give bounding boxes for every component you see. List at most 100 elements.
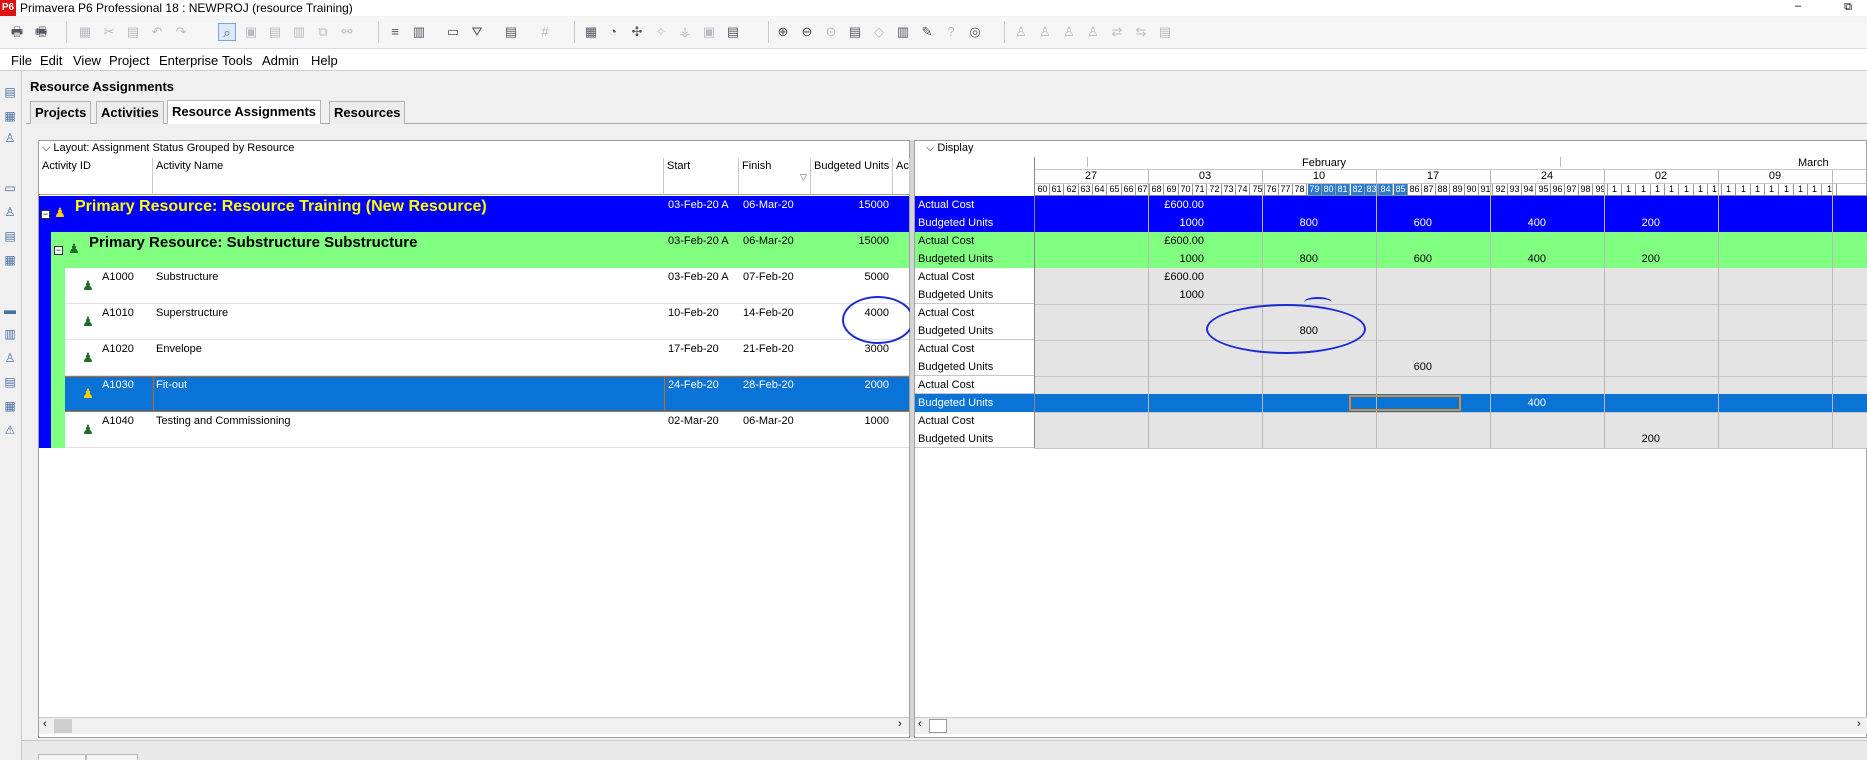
day-cell[interactable]: 81 [1336,184,1350,195]
resources-icon[interactable]: ♙ [2,130,18,146]
day-cell[interactable]: 1 [1794,184,1808,195]
group-icon[interactable]: ≡ [386,23,404,41]
link-icon[interactable]: ⚯ [338,23,356,41]
day-cell[interactable]: 73 [1222,184,1236,195]
scroll-left-icon[interactable]: ‹ [43,718,47,730]
day-cell[interactable]: 80 [1322,184,1336,195]
day-cell[interactable]: 1 [1608,184,1622,195]
day-cell[interactable]: 1 [1708,184,1722,195]
column-header-actual[interactable]: Ac [893,158,910,195]
zoom-fit-icon[interactable]: ⊙ [822,23,840,41]
day-cell[interactable]: 1 [1665,184,1679,195]
day-cell[interactable]: 65 [1108,184,1122,195]
menu-help[interactable]: Help [311,53,338,68]
day-cell[interactable]: 1 [1694,184,1708,195]
day-cell[interactable]: 78 [1293,184,1307,195]
filter-icon[interactable]: ⛛ [468,23,486,41]
menu-enterprise[interactable]: Enterprise [159,53,218,68]
scrollbar-thumb[interactable] [54,719,72,733]
level-icon[interactable]: ✣ [628,23,646,41]
menu-admin[interactable]: Admin [262,53,299,68]
users-icon[interactable]: ♙ [1036,23,1054,41]
day-cell[interactable]: 85 [1394,184,1408,195]
day-cell[interactable]: 79 [1308,184,1322,195]
info-icon[interactable]: ? [942,23,960,41]
tab-projects[interactable]: Projects [30,101,92,124]
menu-project[interactable]: Project [109,53,149,68]
day-cell[interactable]: 97 [1565,184,1579,195]
role-icon[interactable]: ♙ [1060,23,1078,41]
tab-resource-assignments[interactable]: Resource Assignments [167,100,322,124]
menu-view[interactable]: View [73,53,101,68]
folder-icon[interactable]: ▭ [2,180,18,196]
day-cell[interactable]: 76 [1265,184,1279,195]
milestone-icon[interactable]: ◇ [870,23,888,41]
collapse-icon[interactable]: − [54,246,63,255]
sort-icon[interactable]: ▤ [502,23,520,41]
store-icon[interactable]: ✧ [652,23,670,41]
day-cell[interactable]: 64 [1093,184,1107,195]
day-cell[interactable]: 70 [1179,184,1193,195]
split-view-icon[interactable]: ▤ [846,23,864,41]
horizontal-scrollbar[interactable] [39,717,909,734]
threshold-icon[interactable]: ▦ [2,398,18,414]
day-cell[interactable]: 82 [1351,184,1365,195]
menu-edit[interactable]: Edit [40,53,62,68]
day-cell[interactable]: 71 [1193,184,1207,195]
scroll-right-icon[interactable]: › [898,718,902,730]
enterprise-icon[interactable]: ▦ [2,108,18,124]
table-icon[interactable]: ▥ [290,23,308,41]
notes-icon[interactable]: ✎ [918,23,936,41]
duplicate-icon[interactable]: ⧉ [314,23,332,41]
paste-icon[interactable]: ▤ [124,23,142,41]
menu-tools[interactable]: Tools [222,53,252,68]
column-header-activity-id[interactable]: Activity ID [39,158,153,195]
day-cell[interactable]: 1 [1637,184,1651,195]
day-cell[interactable]: 62 [1065,184,1079,195]
pane-splitter[interactable] [910,140,914,738]
hash-icon[interactable]: # [536,23,554,41]
layout-label[interactable]: ⌵ Layout: Assignment Status Grouped by R… [42,142,294,155]
wbs-icon[interactable]: ▬ [2,302,18,318]
help-icon[interactable]: ◎ [966,23,984,41]
day-cell[interactable]: 66 [1122,184,1136,195]
day-cell[interactable]: 84 [1379,184,1393,195]
menu-file[interactable]: File [11,53,32,68]
tab-activities[interactable]: Activities [96,101,164,124]
day-cell[interactable]: 72 [1208,184,1222,195]
reports-icon[interactable]: ▤ [2,228,18,244]
day-cell[interactable]: 99 [1594,184,1608,195]
documents-icon[interactable]: ▤ [2,374,18,390]
day-cell[interactable]: 68 [1150,184,1164,195]
move-icon[interactable]: ⇄ [1108,23,1126,41]
user-icon[interactable]: ♙ [2,204,18,220]
zoom-out-icon[interactable]: ⊖ [798,23,816,41]
user-icon[interactable]: ♙ [1012,23,1030,41]
day-cell[interactable]: 1 [1780,184,1794,195]
print-icon[interactable]: 🖶 [8,23,26,41]
day-cell[interactable]: 1 [1737,184,1751,195]
layout-icon[interactable]: ▭ [444,23,462,41]
day-cell[interactable]: 69 [1165,184,1179,195]
day-cell[interactable]: 1 [1823,184,1837,195]
tab-resources[interactable]: Resources [329,101,406,124]
day-cell[interactable]: 94 [1522,184,1536,195]
horizontal-scrollbar[interactable] [915,717,1867,734]
edit-icon[interactable]: ▤ [1156,23,1174,41]
day-cell[interactable]: 95 [1537,184,1551,195]
day-cell[interactable]: 1 [1680,184,1694,195]
redo-icon[interactable]: ↷ [172,23,190,41]
activities-icon[interactable]: ▥ [2,326,18,342]
day-cell[interactable]: 74 [1236,184,1250,195]
assign-icon[interactable]: ▣ [700,23,718,41]
day-cell[interactable]: 61 [1050,184,1064,195]
day-cell[interactable]: 1 [1622,184,1636,195]
day-cell[interactable]: 88 [1436,184,1450,195]
day-cell[interactable]: 1 [1751,184,1765,195]
zoom-icon[interactable]: ▣ [242,23,260,41]
issues-icon[interactable]: ⚠ [2,422,18,438]
remove-icon[interactable]: ⇆ [1132,23,1150,41]
display-label[interactable]: ⌵ Display [926,142,973,155]
assign-user-icon[interactable]: ♙ [1084,23,1102,41]
day-cell[interactable]: 63 [1079,184,1093,195]
